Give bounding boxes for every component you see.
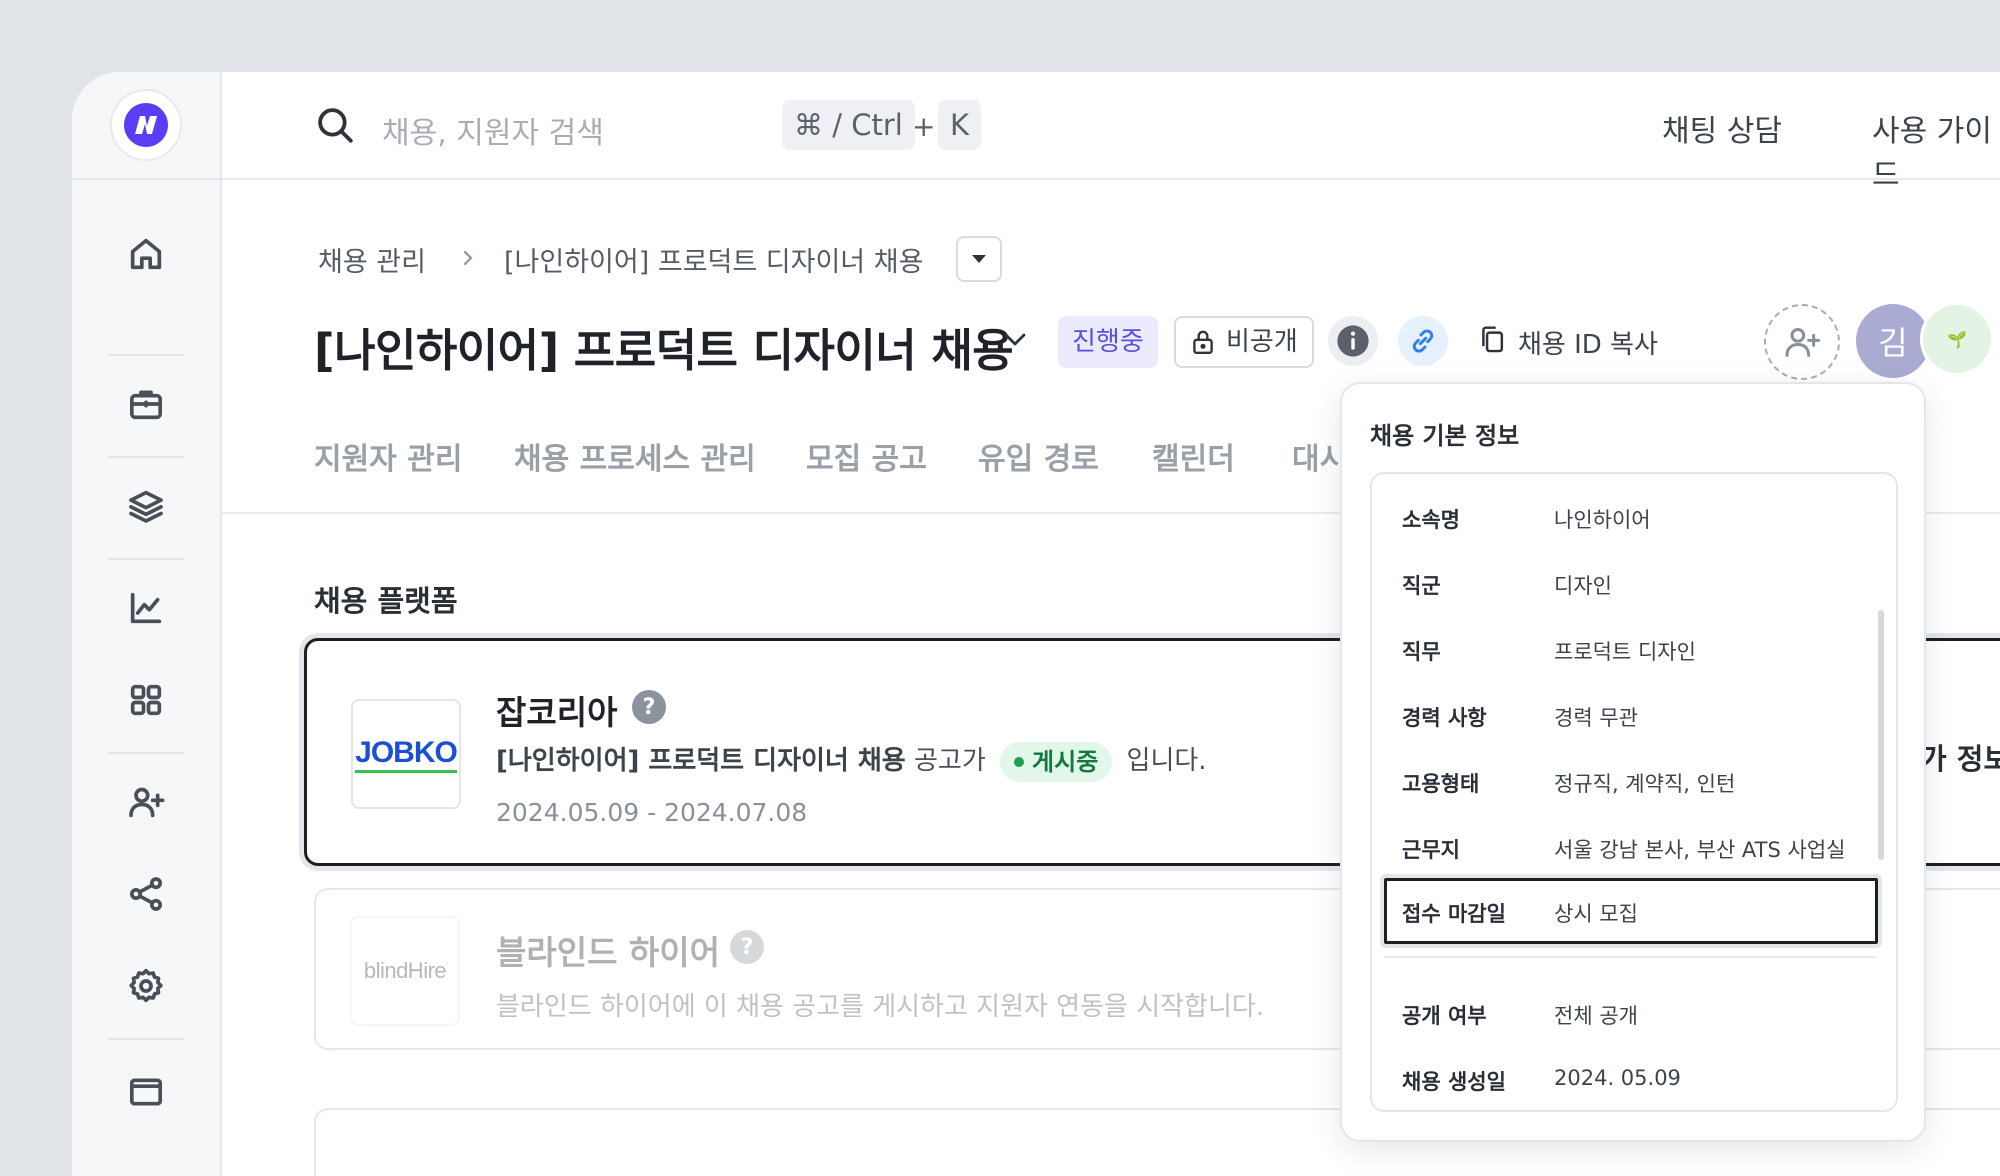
section-title: 채용 플랫폼 <box>314 584 458 618</box>
home-icon[interactable] <box>72 224 220 284</box>
info-icon <box>1337 325 1369 357</box>
tab-applicants[interactable]: 지원자 관리 <box>314 434 462 478</box>
nav-divider <box>108 1038 184 1040</box>
tab-dashboard[interactable]: 대시 <box>1292 434 1347 478</box>
breadcrumb-root[interactable]: 채용 관리 <box>318 240 426 279</box>
info-button[interactable] <box>1328 316 1378 366</box>
breadcrumb-dropdown-button[interactable] <box>956 236 1002 282</box>
logo-icon <box>124 103 168 147</box>
info-row-experience: 경력 사항 경력 무관 <box>1402 706 1638 730</box>
shortcut-plus: + <box>912 110 936 143</box>
popover-scrollbar[interactable] <box>1878 610 1884 860</box>
lock-icon <box>1193 330 1213 354</box>
info-row-visibility: 공개 여부 전체 공개 <box>1402 1004 1638 1028</box>
breadcrumb-current[interactable]: [나인하이어] 프로덕트 디자이너 채용 <box>504 240 923 279</box>
info-list[interactable]: 소속명 나인하이어 직군 디자인 직무 프로덕트 디자인 경력 사항 경력 무관… <box>1370 472 1898 1112</box>
help-icon[interactable]: ? <box>632 690 666 724</box>
info-row-job-group: 직군 디자인 <box>1402 574 1612 598</box>
nav-divider <box>108 558 184 560</box>
info-row-work-location: 근무지 서울 강남 본사, 부산 ATS 사업실 <box>1402 838 1846 862</box>
visibility-label: 비공개 <box>1226 327 1298 357</box>
shortcut-modifier-key: ⌘ / Ctrl <box>782 100 915 150</box>
posting-job-title: [나인하이어] 프로덕트 디자이너 채용 <box>496 746 906 776</box>
apps-grid-icon[interactable] <box>72 670 220 730</box>
info-row-affiliation: 소속명 나인하이어 <box>1402 508 1651 532</box>
window-icon[interactable] <box>72 1062 220 1122</box>
line-chart-icon[interactable] <box>72 578 220 638</box>
info-row-created-date: 채용 생성일 2024. 05.09 <box>1402 1066 1681 1094</box>
clipped-heading: 가 정보 <box>1920 742 2000 776</box>
tab-job-posting[interactable]: 모집 공고 <box>806 434 927 478</box>
copy-id-label: 채용 ID 복사 <box>1518 330 1658 360</box>
status-badge: 진행중 <box>1058 316 1158 368</box>
avatar-sprout[interactable]: 🌱 <box>1920 302 1994 376</box>
info-divider <box>1384 956 1876 958</box>
nav-divider <box>108 752 184 754</box>
platform-name: 잡코리아 <box>496 693 618 732</box>
search-icon[interactable] <box>314 104 356 146</box>
info-row-deadline[interactable]: 접수 마감일 상시 모집 <box>1384 878 1878 944</box>
chat-support-link[interactable]: 채팅 상담 <box>1662 106 1782 150</box>
help-icon[interactable]: ? <box>730 930 764 964</box>
shortcut-k-key: K <box>938 100 982 150</box>
app-logo[interactable] <box>110 89 182 161</box>
search-input[interactable]: 채용, 지원자 검색 <box>382 108 604 152</box>
blindhire-logo: blindHire <box>350 916 460 1026</box>
page-title: [나인하이어] 프로덕트 디자이너 채용 <box>314 324 1014 377</box>
copy-icon <box>1482 326 1504 353</box>
nav-divider <box>108 354 184 356</box>
chevron-right-icon <box>463 250 473 266</box>
recruitment-info-popover: 채용 기본 정보 소속명 나인하이어 직군 디자인 직무 프로덕트 디자인 경력… <box>1340 382 1926 1142</box>
tab-calendar[interactable]: 캘린더 <box>1152 434 1235 478</box>
top-bar: 채용, 지원자 검색 ⌘ / Ctrl + K 채팅 상담 사용 가이드 <box>222 72 2000 193</box>
settings-gear-icon[interactable] <box>72 956 220 1016</box>
posting-status-badge: 게시중 <box>1000 741 1113 782</box>
nav-divider <box>108 456 184 458</box>
posting-status-line: [나인하이어] 프로덕트 디자이너 채용 공고가 게시중 입니다. <box>496 740 1207 782</box>
posting-dates: 2024.05.09 - 2024.07.08 <box>496 798 808 827</box>
user-guide-link[interactable]: 사용 가이드 <box>1872 106 2000 194</box>
briefcase-icon[interactable] <box>72 374 220 434</box>
add-user-icon <box>1785 328 1821 357</box>
jobkorea-logo: JOBKO <box>351 699 461 809</box>
sidebar <box>72 72 222 1176</box>
popover-title: 채용 기본 정보 <box>1370 422 1520 450</box>
caret-down-icon <box>972 255 986 263</box>
avatar[interactable]: 김 <box>1856 304 1930 378</box>
logo-area <box>72 72 220 180</box>
tab-inflow[interactable]: 유입 경로 <box>978 434 1099 478</box>
add-member-button[interactable] <box>1764 304 1840 380</box>
layers-icon[interactable] <box>72 476 220 536</box>
share-icon[interactable] <box>72 864 220 924</box>
chevron-down-icon[interactable] <box>1000 330 1030 350</box>
copy-recruitment-id-button[interactable]: 채용 ID 복사 <box>1478 324 1658 361</box>
tab-process[interactable]: 채용 프로세스 관리 <box>514 434 756 478</box>
platform-name: 블라인드 하이어 <box>496 933 721 972</box>
add-user-icon[interactable] <box>72 772 220 832</box>
info-row-job-role: 직무 프로덕트 디자인 <box>1402 640 1696 664</box>
visibility-toggle-button[interactable]: 비공개 <box>1174 316 1314 368</box>
info-row-employment-type: 고용형태 정규직, 계약직, 인턴 <box>1402 772 1736 796</box>
platform-description: 블라인드 하이어에 이 채용 공고를 게시하고 지원자 연동을 시작합니다. <box>496 992 1265 1022</box>
link-icon <box>1412 329 1434 353</box>
copy-link-button[interactable] <box>1398 316 1448 366</box>
